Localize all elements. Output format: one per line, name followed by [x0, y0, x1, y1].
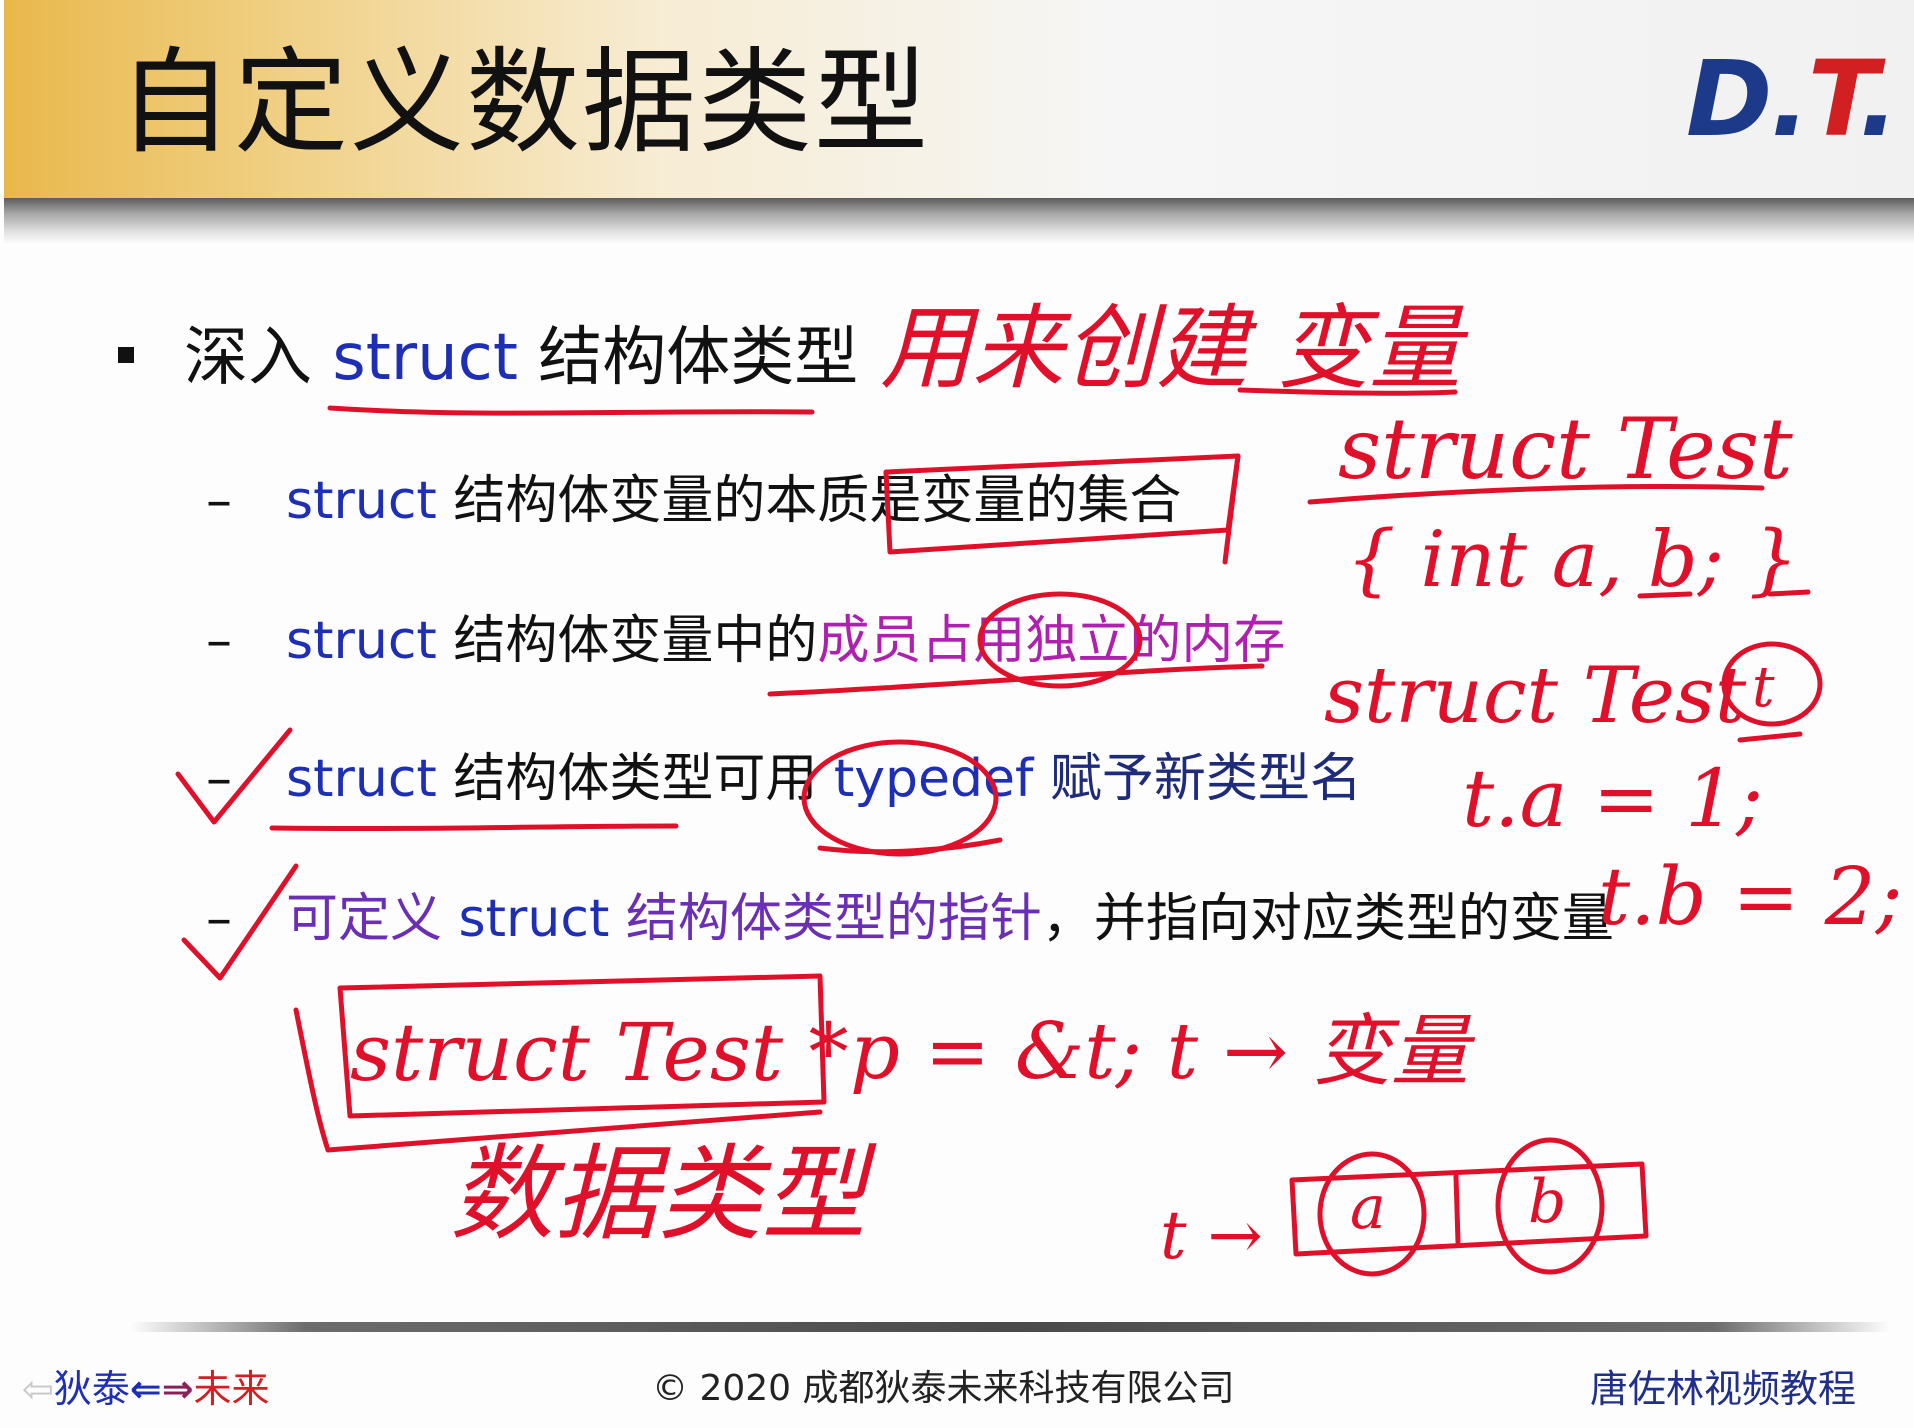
- ink-note-top: 用来创建 变量: [880, 295, 1469, 402]
- ink-mem-circle-a: [1317, 1151, 1427, 1277]
- ink-underline-note: [1237, 387, 1458, 396]
- bullet-sub-4-pre: 可定义: [286, 889, 459, 949]
- ink-underline-a: [1637, 591, 1693, 599]
- ink-code-ta: t.a = 1;: [1462, 752, 1763, 845]
- slide-title: 自定义数据类型: [118, 36, 931, 169]
- bullet-sub-2-highlight: 成员占用独立的内存: [817, 611, 1286, 671]
- ink-box-pointer-type: [337, 973, 827, 1119]
- bullet-sub-2: – struct 结构体变量中的成员占用独立的内存: [206, 611, 1286, 671]
- bullet-sub-3-text: 结构体类型可用: [436, 749, 834, 809]
- ink-note-datatype: 数据类型: [450, 1133, 877, 1255]
- ink-code-underline: [1307, 484, 1765, 505]
- logo-letter-t: T: [1807, 38, 1861, 160]
- logo-dot: .: [1770, 38, 1809, 160]
- ink-code-members: { int a, b; }: [1346, 515, 1798, 605]
- title-band-shadow: [4, 198, 1914, 244]
- bullet-sub-1: – struct 结构体变量的本质是变量的集合: [206, 471, 1182, 531]
- bullet-sub-2-text: 结构体变量中的: [436, 611, 818, 671]
- ink-underline-typedef: [817, 837, 1003, 855]
- slide: 自定义数据类型 D.T. 深入 struct 结构体类型 – struct 结构体…: [0, 0, 1914, 1428]
- ink-underline-t: [1737, 731, 1803, 743]
- footer-brand-b: 未来: [193, 1367, 270, 1411]
- ink-underline-b: [1767, 589, 1811, 597]
- ink-mem-divider: [1453, 1173, 1461, 1245]
- ink-code-struct-test-var: struct Test: [1324, 651, 1747, 741]
- ink-code-tb: t.b = 2;: [1598, 850, 1903, 943]
- bullet-main: 深入 struct 结构体类型: [118, 318, 858, 398]
- ink-mem-b: b: [1528, 1167, 1566, 1237]
- ink-box-tick: [1222, 453, 1241, 565]
- footer-brand: ⇦狄泰⇐⇒未来: [22, 1364, 270, 1414]
- ink-code-pointer-type: struct Test *: [350, 1006, 848, 1099]
- course-name: 唐佐林视频教程: [1590, 1367, 1857, 1411]
- keyword-struct: struct: [332, 321, 518, 395]
- ink-circle-t: [1721, 641, 1823, 727]
- keyword-typedef: typedef: [833, 749, 1034, 809]
- dt-logo: D.T.: [1686, 44, 1899, 154]
- ink-var-t: t: [1752, 655, 1775, 720]
- ink-underline-main: [327, 405, 815, 416]
- footer-divider: [130, 1322, 1890, 1332]
- ink-mem-a: a: [1350, 1173, 1386, 1243]
- bullet-square-icon: [118, 347, 134, 364]
- ink-underline-struct-type: [269, 823, 679, 832]
- bullet-sub-4-mid: 结构体类型的指针: [609, 889, 1042, 949]
- ink-bracket-left: [293, 1007, 823, 1153]
- arrow-right-icon: ⇒: [161, 1367, 194, 1411]
- bullet-main-post: 结构体类型: [517, 321, 859, 395]
- keyword-struct: struct: [286, 749, 437, 809]
- keyword-struct: struct: [286, 611, 437, 671]
- footer-brand-a: 狄泰: [53, 1367, 130, 1411]
- bullet-sub-4-post: ，并指向对应类型的变量: [1041, 889, 1614, 949]
- arrow-left-icon: ⇐: [129, 1367, 162, 1411]
- logo-letter-d: D: [1686, 38, 1772, 160]
- copyright-text: © 2020 成都狄泰未来科技有限公司: [652, 1368, 1235, 1409]
- ink-code-pointer-assign: p = &t; t → 变量: [850, 1007, 1476, 1097]
- ink-mem-prefix: t →: [1160, 1197, 1263, 1274]
- bullet-sub-3-post: 赋予新类型名: [1033, 749, 1362, 809]
- ink-mem-circle-b: [1495, 1137, 1605, 1275]
- bullet-sub-3: – struct 结构体类型可用 typedef 赋予新类型名: [206, 749, 1362, 809]
- keyword-struct: struct: [286, 471, 437, 531]
- logo-dot: .: [1859, 38, 1898, 160]
- ink-code-struct-test: struct Test: [1338, 400, 1793, 498]
- bullet-sub-1-text: 结构体变量的本质是变量的集合: [436, 471, 1182, 531]
- bullet-sub-4: – 可定义 struct 结构体类型的指针，并指向对应类型的变量: [206, 889, 1614, 949]
- keyword-struct: struct: [458, 889, 610, 949]
- ghost-arrow-icon: ⇦: [22, 1367, 54, 1411]
- ink-mem-box: [1289, 1161, 1649, 1257]
- bullet-main-pre: 深入: [184, 321, 333, 395]
